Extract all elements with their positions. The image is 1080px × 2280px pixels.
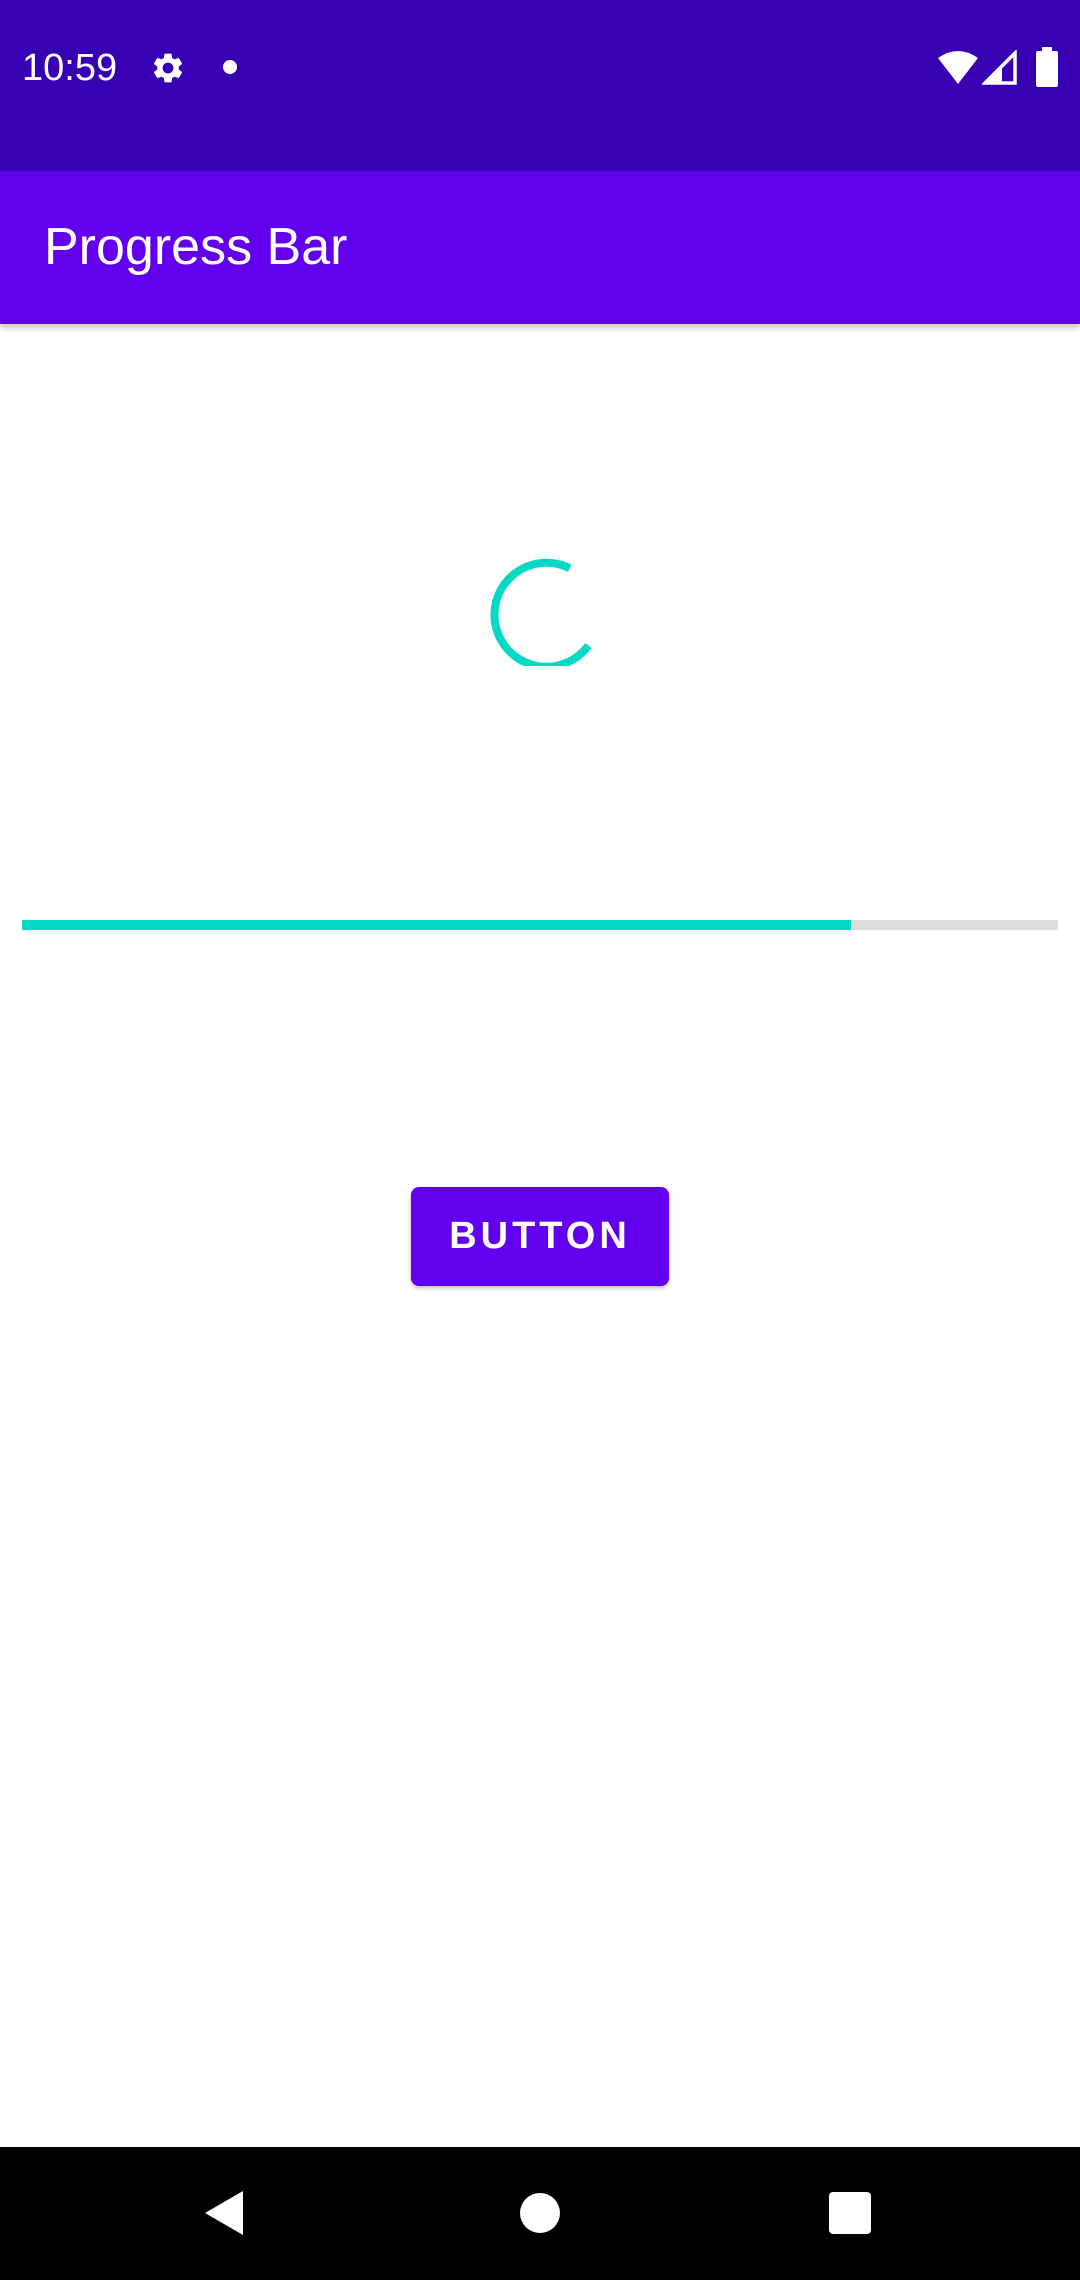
progress-bar-fill [22,920,851,930]
back-icon[interactable] [203,2189,247,2237]
status-bar: 10:59 [0,0,1080,171]
cell-signal-icon [982,50,1017,85]
home-icon[interactable] [520,2193,560,2233]
navigation-bar [0,2147,1080,2280]
battery-icon [1036,47,1058,87]
horizontal-progress-bar [22,920,1058,930]
gear-icon [153,53,183,83]
circular-progress-spinner [490,558,592,666]
primary-button[interactable]: BUTTON [411,1187,669,1286]
app-bar: Progress Bar [0,171,1080,324]
app-title: Progress Bar [44,218,348,276]
notification-dot-icon [223,60,237,74]
status-time: 10:59 [22,47,118,89]
wifi-icon [938,51,978,84]
recents-icon[interactable] [829,2192,871,2234]
